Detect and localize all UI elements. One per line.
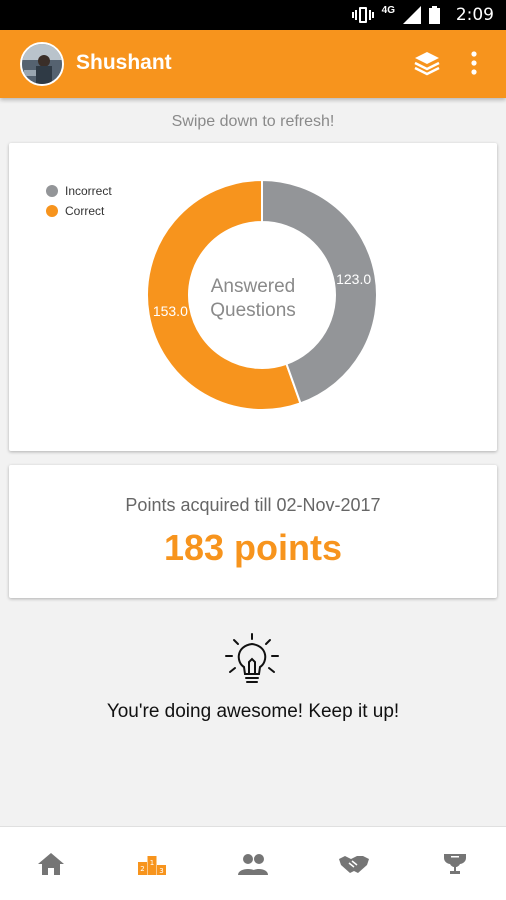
slice-value-label-correct: 153.0 — [153, 303, 188, 319]
center-label-line2: Questions — [210, 300, 296, 321]
encouragement-text: You're doing awesome! Keep it up! — [106, 701, 400, 722]
trophy-icon — [444, 853, 467, 874]
battery-icon — [429, 6, 440, 24]
bottom-navigation: 2 1 3 — [0, 826, 506, 900]
app-bar: Shushant — [0, 30, 506, 98]
points-card: Points acquired till 02-Nov-2017 183 poi… — [9, 465, 497, 598]
nav-trophy[interactable] — [405, 827, 506, 900]
points-value: 183 points — [163, 527, 343, 568]
handshake-icon — [339, 855, 370, 873]
username-title: Shushant — [76, 51, 172, 74]
lightbulb-icon — [225, 633, 279, 683]
svg-text:3: 3 — [159, 867, 163, 875]
nav-handshake[interactable] — [304, 827, 405, 900]
status-icons: 4G — [351, 4, 440, 24]
donut-chart: Answered Questions 123.0 153.0 — [146, 178, 378, 411]
nav-home[interactable] — [0, 827, 101, 900]
home-icon — [37, 852, 64, 875]
status-bar: 4G 2:09 — [0, 0, 506, 30]
leaderboard-podium-icon: 2 1 3 — [137, 855, 166, 875]
status-time: 2:09 — [455, 5, 494, 25]
svg-text:1: 1 — [150, 859, 154, 867]
layers-icon[interactable] — [414, 50, 440, 76]
center-label-line1: Answered — [211, 276, 296, 297]
more-vert-icon[interactable] — [462, 50, 486, 76]
svg-text:2: 2 — [140, 865, 144, 873]
points-label: Points acquired till 02-Nov-2017 — [125, 495, 381, 515]
answered-questions-chart-card: Incorrect Correct Answered Questions 123… — [9, 143, 497, 451]
vibrate-icon — [351, 7, 374, 23]
network-type: 4G — [381, 4, 395, 16]
people-icon — [238, 853, 268, 875]
slice-value-label-incorrect: 123.0 — [336, 271, 371, 287]
nav-people[interactable] — [202, 827, 303, 900]
refresh-hint: Swipe down to refresh! — [171, 113, 335, 130]
avatar[interactable] — [20, 42, 64, 86]
signal-icon — [403, 6, 421, 24]
nav-leaderboard[interactable]: 2 1 3 — [101, 827, 202, 900]
